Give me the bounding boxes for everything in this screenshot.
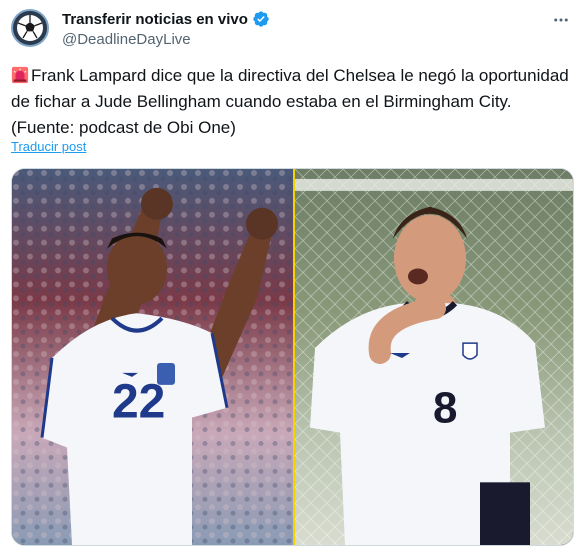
photo-bellingham[interactable]: 22 bbox=[12, 169, 293, 545]
player-left-figure: 22 bbox=[12, 169, 293, 545]
display-name[interactable]: Transferir noticias en vivo bbox=[62, 11, 248, 28]
football-icon bbox=[17, 15, 43, 41]
tweet-card: Transferir noticias en vivo @DeadlineDay… bbox=[0, 0, 583, 558]
more-options-button[interactable] bbox=[551, 10, 571, 30]
police-light-icon bbox=[11, 66, 29, 84]
more-dots-icon bbox=[554, 18, 568, 22]
photo-lampard[interactable]: 8 bbox=[295, 169, 573, 545]
handle[interactable]: @DeadlineDayLive bbox=[62, 31, 191, 48]
avatar[interactable] bbox=[11, 9, 49, 47]
translate-link[interactable]: Traducir post bbox=[11, 139, 86, 154]
tweet-media[interactable]: 22 8 bbox=[11, 168, 574, 546]
tweet-text: Frank Lampard dice que la directiva del … bbox=[11, 63, 571, 141]
player-right-figure: 8 bbox=[295, 169, 573, 545]
author-name-row[interactable]: Transferir noticias en vivo bbox=[62, 10, 270, 28]
verified-badge-icon bbox=[253, 11, 269, 27]
tweet-body: Frank Lampard dice que la directiva del … bbox=[11, 66, 569, 137]
left-shirt-number: 22 bbox=[112, 376, 165, 429]
right-shirt-number: 8 bbox=[433, 384, 457, 433]
